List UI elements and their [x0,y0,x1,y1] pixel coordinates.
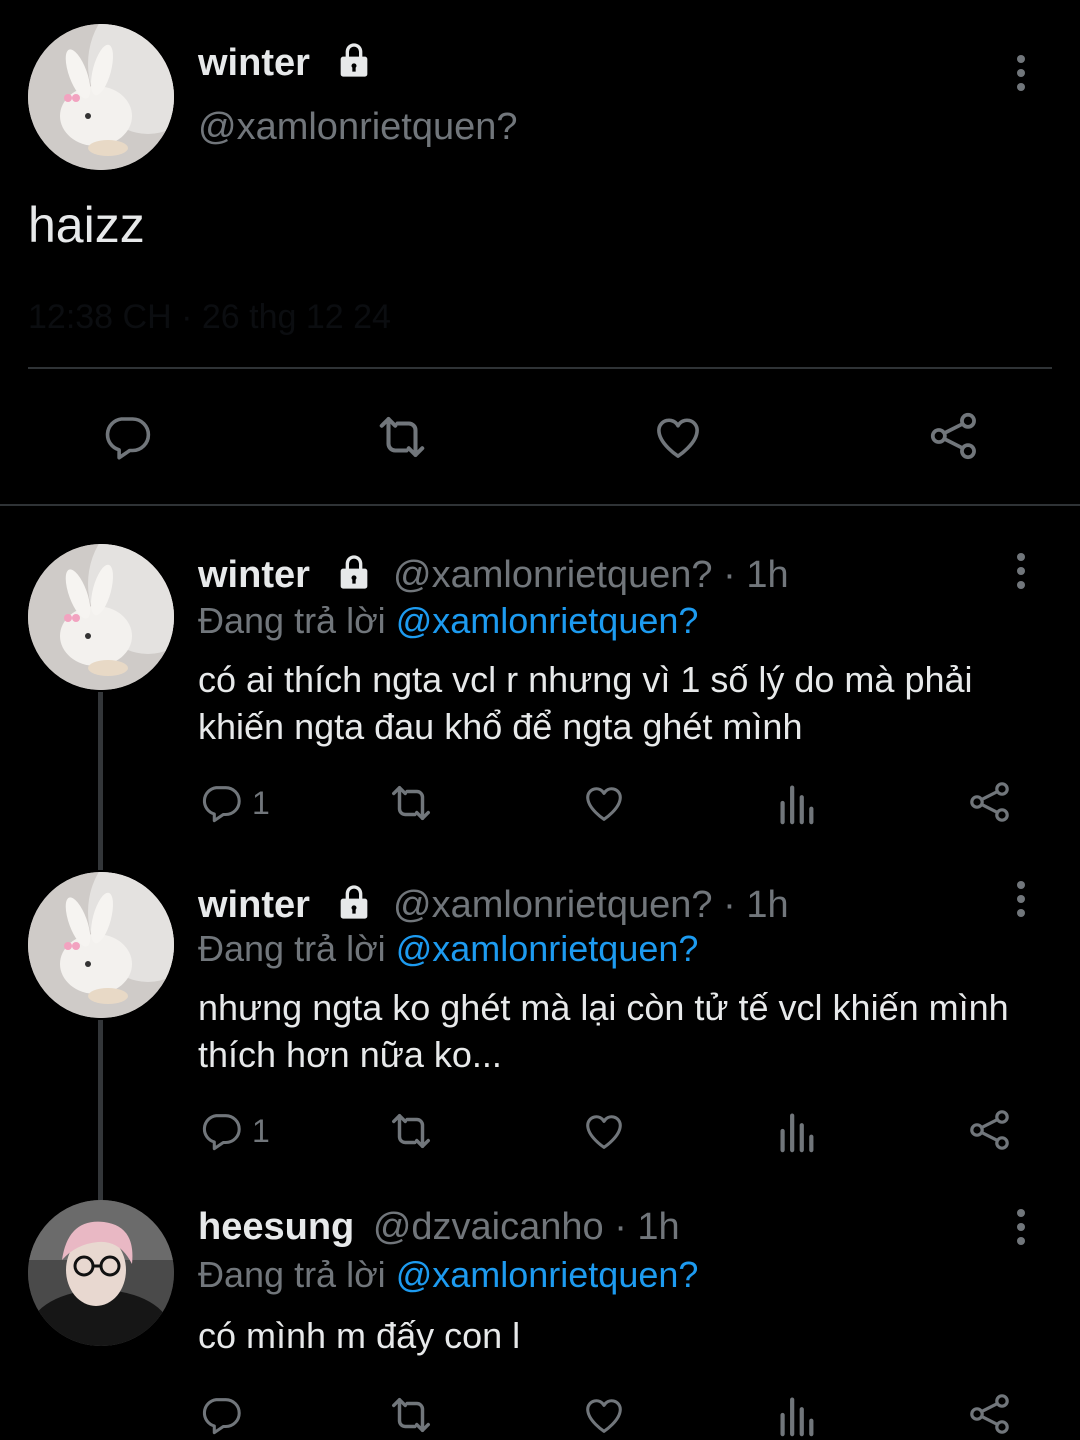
tweet-text: haizz [28,197,145,253]
avatar[interactable] [28,544,174,690]
post-time: · 1h [723,884,789,927]
reply-icon [105,417,151,460]
reply-tweet[interactable]: heesung @dzvaicanho · 1h Đang trả lời @x… [0,1198,1080,1440]
reply-text: nhưng ngta ko ghét mà lại còn tử tế vcl … [198,987,1009,1075]
share-icon [970,1394,1009,1434]
author-name[interactable]: winter [198,884,310,926]
lock-icon [334,40,374,90]
reply-text: có mình m đấy con l [198,1315,521,1356]
heart-icon [586,1115,622,1149]
bunny-avatar-image [28,24,174,170]
like-button[interactable] [580,780,628,826]
post-time: · 1h [614,1206,680,1248]
reply-button[interactable] [198,1392,244,1438]
section-divider [0,504,1080,506]
reply-tweet[interactable]: winter @xamlonrietquen? · 1h Đang trả lờ… [0,870,1080,1200]
reply-count: 1 [252,784,270,821]
like-button[interactable] [580,1392,628,1438]
share-icon [970,782,1009,822]
views-button[interactable] [776,780,816,826]
retweet-icon [392,1397,430,1433]
views-button[interactable] [776,1392,816,1438]
retweet-button[interactable] [370,410,434,464]
reply-icon [202,1114,241,1151]
reply-button[interactable] [100,410,154,464]
author-handle[interactable]: @xamlonrietquen? [393,554,713,596]
mention-link[interactable]: @xamlonrietquen? [396,1254,699,1295]
heart-icon [657,418,699,458]
avatar[interactable] [28,872,174,1018]
author-name[interactable]: winter [198,554,310,596]
divider [28,367,1052,369]
share-button[interactable] [966,778,1014,826]
like-button[interactable] [580,1108,628,1154]
like-button[interactable] [650,410,706,464]
views-icon [780,1397,814,1437]
retweet-icon [392,1113,430,1149]
retweet-icon [392,785,430,821]
author-handle[interactable]: @xamlonrietquen? [393,884,713,926]
reply-text: có ai thích ngta vcl r nhưng vì 1 số lý … [198,659,973,747]
views-icon [780,785,814,825]
replying-to-label: Đang trả lời [198,1254,386,1295]
share-button[interactable] [966,1390,1014,1438]
avatar[interactable] [28,24,174,170]
views-button[interactable] [776,1108,816,1154]
replying-to-label: Đang trả lời [198,928,386,969]
heart-icon [586,787,622,821]
retweet-icon [379,416,425,458]
retweet-button[interactable] [384,780,438,826]
share-button[interactable] [926,408,982,464]
author-handle[interactable]: @xamlonrietquen? [198,106,518,149]
author-name[interactable]: winter [198,42,310,84]
reply-count: 1 [252,1112,270,1149]
share-button[interactable] [966,1106,1014,1154]
author-handle[interactable]: @dzvaicanho [373,1206,604,1248]
main-tweet: winter @xamlonrietquen? haizz 12:38 CH ·… [0,0,1080,505]
reply-tweet[interactable]: winter @xamlonrietquen? · 1h Đang trả lờ… [0,540,1080,870]
heart-icon [586,1399,622,1433]
lock-icon [334,882,374,932]
views-icon [780,1113,814,1153]
more-icon[interactable] [1001,546,1041,596]
retweet-button[interactable] [384,1392,438,1438]
lock-icon [334,552,374,602]
mention-link[interactable]: @xamlonrietquen? [396,928,699,969]
mention-link[interactable]: @xamlonrietquen? [396,600,699,641]
reply-icon [202,786,241,823]
reply-button[interactable]: 1 [198,1108,270,1154]
share-icon [970,1110,1009,1150]
more-icon[interactable] [1001,874,1041,924]
bunny-avatar-image [28,544,174,690]
reply-icon [202,1398,241,1435]
post-time: · 1h [723,554,789,597]
retweet-button[interactable] [384,1108,438,1154]
person-avatar-image [28,1200,174,1346]
more-icon[interactable] [1001,1202,1041,1252]
bunny-avatar-image [28,872,174,1018]
reply-button[interactable]: 1 [198,780,270,826]
share-icon [930,412,976,460]
author-name[interactable]: heesung [198,1206,354,1248]
replying-to-label: Đang trả lời [198,600,386,641]
more-icon[interactable] [1001,48,1041,98]
tweet-timestamp[interactable]: 12:38 CH · 26 thg 12 24 [28,298,391,337]
avatar[interactable] [28,1200,174,1346]
